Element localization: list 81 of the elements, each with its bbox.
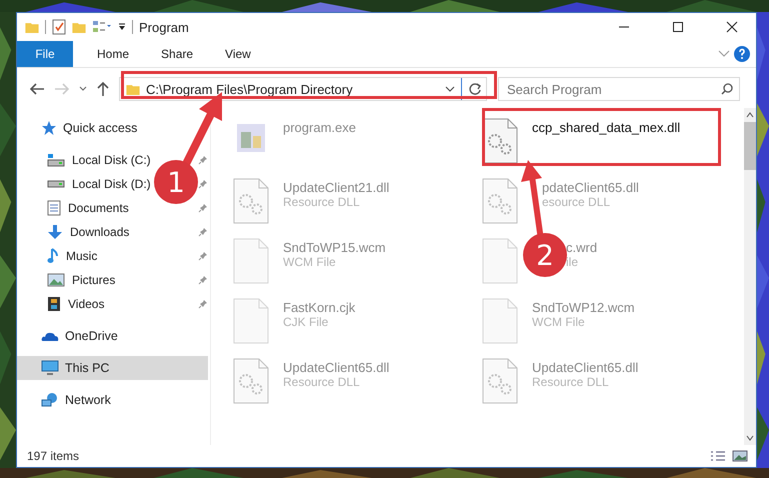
dropdown-caret-icon[interactable]: [445, 86, 455, 92]
sidebar-item[interactable]: Music: [17, 244, 98, 268]
scroll-up-icon[interactable]: [746, 112, 754, 118]
help-icon[interactable]: [734, 46, 750, 62]
file-type: WCM File: [283, 255, 337, 269]
file-type: CJK File: [283, 315, 330, 329]
blank-file-icon[interactable]: [233, 238, 269, 284]
ribbon-tab[interactable]: Home: [83, 41, 144, 67]
up-icon[interactable]: [96, 81, 110, 97]
sidebar-item[interactable]: Downloads: [17, 220, 130, 244]
gear-file-icon[interactable]: [482, 118, 518, 164]
view-list-icon[interactable]: [92, 20, 112, 34]
pin-icon[interactable]: [198, 299, 208, 309]
landscape-icon: [47, 273, 65, 287]
scroll-down-icon[interactable]: [746, 435, 754, 441]
ribbon-tab[interactable]: Share: [147, 41, 208, 67]
file-type: esource DLL: [542, 195, 612, 209]
sidebar-item[interactable]: Network: [17, 388, 119, 412]
details-view-icon[interactable]: [710, 450, 726, 462]
file-type: Resource DLL: [283, 375, 361, 389]
file-menu-button[interactable]: File: [17, 41, 73, 67]
scroll-thumb[interactable]: [744, 122, 756, 170]
blank-file-icon[interactable]: [482, 298, 518, 344]
customize-caret-icon[interactable]: [118, 22, 126, 32]
monitor-icon: [41, 360, 59, 376]
network-icon: [41, 392, 59, 408]
pin-icon[interactable]: [198, 275, 208, 285]
new-folder-icon[interactable]: [72, 22, 86, 32]
back-icon[interactable]: [29, 82, 45, 96]
sidebar-item[interactable]: Videos: [17, 292, 104, 316]
film-icon: [47, 296, 61, 312]
address-field[interactable]: C:\Program Files\Program Directory: [119, 77, 487, 101]
folder-icon[interactable]: [25, 22, 39, 32]
maximize-icon: [672, 21, 684, 33]
sidebar-item[interactable]: OneDrive: [17, 324, 126, 348]
gear-file-icon[interactable]: [482, 178, 518, 224]
file-type: ile: [566, 255, 580, 269]
pin-icon[interactable]: [198, 251, 208, 261]
item-count: 197 items: [27, 449, 80, 463]
sidebar-item[interactable]: This PC: [17, 356, 208, 380]
minimize-icon: [618, 26, 630, 28]
file-type: Resource DLL: [283, 195, 361, 209]
sidebar-item[interactable]: Quick access: [17, 116, 146, 140]
pin-icon[interactable]: [198, 155, 208, 165]
expand-ribbon-icon[interactable]: [718, 50, 730, 58]
properties-icon[interactable]: [52, 19, 66, 35]
drive-icon: [47, 180, 65, 188]
folder-icon: [126, 84, 140, 94]
pin-icon[interactable]: [198, 179, 208, 189]
search-field[interactable]: Search Program: [498, 77, 740, 101]
sidebar-item[interactable]: Local Disk (D:): [17, 172, 151, 196]
ribbon-tab[interactable]: View: [211, 41, 265, 67]
large-icons-view-icon[interactable]: [732, 450, 748, 462]
recent-caret-icon[interactable]: [79, 86, 87, 92]
step-badge: 2: [523, 233, 567, 277]
file-type: WCM File: [532, 315, 586, 329]
blank-file-icon[interactable]: [233, 298, 269, 344]
sidebar-item[interactable]: Pictures: [17, 268, 116, 292]
pin-icon[interactable]: [198, 227, 208, 237]
cloud-icon: [41, 330, 59, 342]
down-arrow-icon: [47, 224, 63, 240]
pin-icon[interactable]: [198, 203, 208, 213]
music-note-icon: [47, 248, 59, 264]
search-icon[interactable]: [721, 83, 733, 95]
file-type: Resource DLL: [532, 375, 610, 389]
star-icon: [41, 120, 57, 136]
gear-file-icon[interactable]: [482, 358, 518, 404]
sidebar-item[interactable]: Documents: [17, 196, 129, 220]
file-name[interactable]: ccp_shared_data_mex.dll: [532, 120, 680, 135]
blank-file-icon[interactable]: [482, 238, 518, 284]
gear-file-icon[interactable]: [233, 178, 269, 224]
refresh-icon[interactable]: [468, 82, 482, 96]
step-badge: 1: [154, 160, 198, 204]
window-title: Program: [139, 20, 189, 34]
gear-file-icon[interactable]: [233, 358, 269, 404]
sidebar-item[interactable]: Local Disk (C:): [17, 148, 151, 172]
close-icon: [726, 21, 738, 33]
scrollbar[interactable]: [744, 108, 756, 445]
drive-icon: [47, 153, 65, 167]
forward-icon[interactable]: [54, 82, 70, 96]
document-icon: [47, 200, 61, 216]
